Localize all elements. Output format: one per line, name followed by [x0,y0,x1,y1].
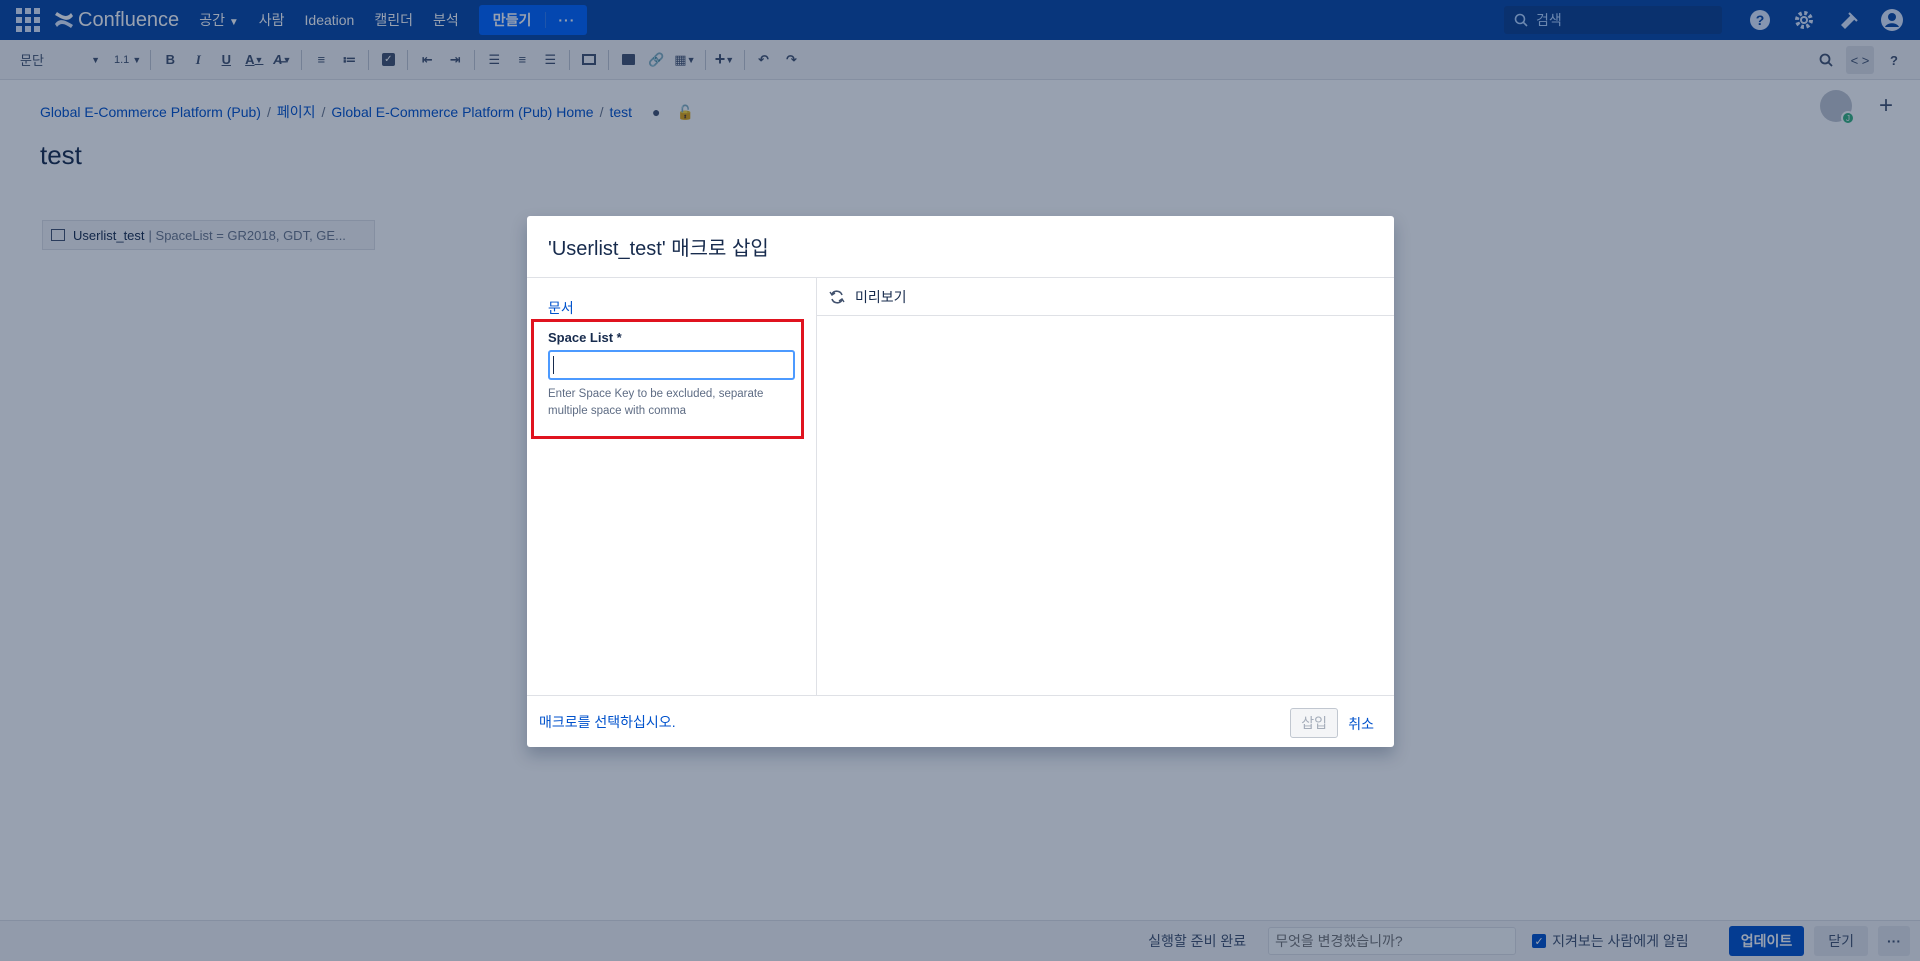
refresh-icon [829,289,845,304]
text-cursor [553,356,554,374]
preview-label: 미리보기 [855,288,907,305]
space-list-input[interactable] [548,350,795,380]
preview-refresh[interactable]: 미리보기 [817,278,1394,316]
insert-button[interactable]: 삽입 [1290,708,1338,738]
dialog-title: 'Userlist_test' 매크로 삽입 [548,238,769,260]
macro-params-panel: 문서 Space List * Enter Space Key to be ex… [527,278,817,695]
preview-panel: 미리보기 [817,278,1394,695]
documentation-link[interactable]: 문서 [548,298,574,318]
space-list-help: Enter Space Key to be excluded, separate… [548,388,764,417]
select-macro-link[interactable]: 매크로를 선택하십시오. [539,712,676,732]
macro-insert-dialog: 'Userlist_test' 매크로 삽입 문서 Space List * E… [527,216,1394,747]
space-list-label: Space List * [548,330,622,345]
cancel-button[interactable]: 취소 [1348,714,1374,734]
